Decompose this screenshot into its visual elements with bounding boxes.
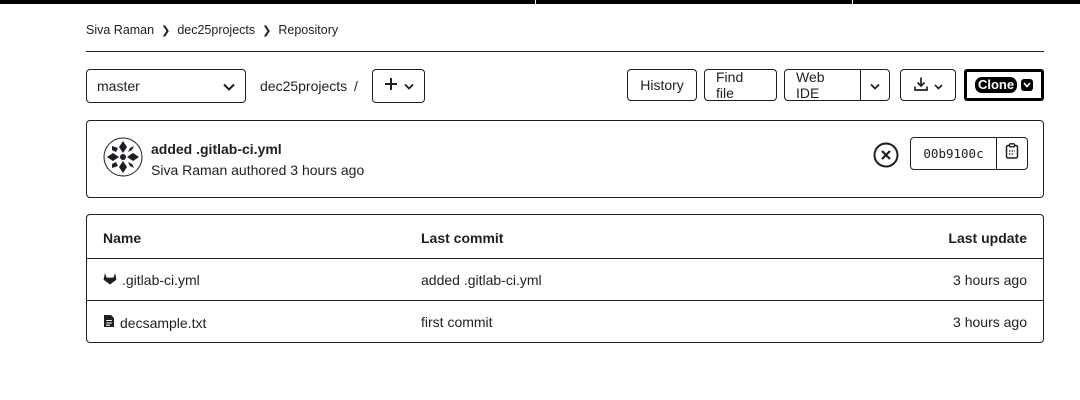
path-separator: / <box>354 78 358 94</box>
chevron-down-icon <box>403 77 414 95</box>
copy-sha-button[interactable] <box>997 138 1027 169</box>
history-button[interactable]: History <box>627 69 697 101</box>
chevron-right-icon: ❯ <box>161 24 171 37</box>
gitlab-icon <box>103 272 117 288</box>
branch-dropdown[interactable]: master <box>86 69 246 103</box>
download-icon <box>913 76 929 95</box>
find-file-button[interactable]: Find file <box>704 69 777 101</box>
table-header-row: Name Last commit Last update <box>87 215 1043 257</box>
chevron-down-icon <box>934 77 943 93</box>
last-update-cell: 3 hours ago <box>953 314 1027 330</box>
chevron-down-icon <box>870 77 880 93</box>
file-text-icon <box>103 314 115 331</box>
file-name-cell[interactable]: .gitlab-ci.yml <box>103 272 200 288</box>
commit-author-meta: Siva Raman authored 3 hours ago <box>151 162 365 178</box>
chevron-down-icon <box>1021 79 1034 91</box>
web-ide-dropdown-button[interactable] <box>860 69 890 101</box>
divider <box>86 51 1044 52</box>
breadcrumb-item-repository[interactable]: Repository <box>278 23 338 37</box>
top-bar-divider <box>535 0 536 4</box>
web-ide-button[interactable]: Web IDE <box>784 69 861 101</box>
breadcrumb-item-user[interactable]: Siva Raman <box>86 23 154 37</box>
path-root-link[interactable]: dec25projects <box>260 78 347 94</box>
branch-name: master <box>97 78 140 94</box>
plus-icon <box>384 77 398 96</box>
chevron-down-icon <box>223 78 235 94</box>
file-name[interactable]: .gitlab-ci.yml <box>122 272 200 288</box>
clone-label: Clone <box>974 77 1018 93</box>
commit-sha-group: 00b9100c <box>910 137 1028 170</box>
file-tree-table: Name Last commit Last update .gitlab-ci.… <box>86 214 1044 343</box>
last-commit-cell[interactable]: first commit <box>421 314 493 330</box>
copy-icon <box>1005 143 1019 164</box>
table-row[interactable]: .gitlab-ci.yml added .gitlab-ci.yml 3 ho… <box>87 258 1043 300</box>
column-header-name: Name <box>103 230 142 246</box>
table-row[interactable]: decsample.txt first commit 3 hours ago <box>87 300 1043 342</box>
chevron-right-icon: ❯ <box>262 24 272 37</box>
column-header-last-commit: Last commit <box>421 230 504 246</box>
file-name-cell[interactable]: decsample.txt <box>103 314 206 331</box>
last-commit-cell[interactable]: added .gitlab-ci.yml <box>421 272 542 288</box>
column-header-last-update: Last update <box>948 230 1027 246</box>
repository-toolbar: master dec25projects / History Find file… <box>86 68 1044 104</box>
last-update-cell: 3 hours ago <box>953 272 1027 288</box>
clone-button[interactable]: Clone <box>964 69 1044 101</box>
commit-sha[interactable]: 00b9100c <box>911 138 997 169</box>
breadcrumb-item-project[interactable]: dec25projects <box>177 23 255 37</box>
top-bar-divider <box>852 0 853 4</box>
commit-title-link[interactable]: added .gitlab-ci.yml <box>151 141 282 157</box>
download-button[interactable] <box>900 69 956 101</box>
pipeline-failed-icon[interactable] <box>873 142 899 168</box>
avatar[interactable] <box>103 137 143 177</box>
top-bar <box>0 0 1080 4</box>
file-name[interactable]: decsample.txt <box>120 315 206 331</box>
last-commit-panel: added .gitlab-ci.yml Siva Raman authored… <box>86 120 1044 198</box>
add-to-tree-button[interactable] <box>372 69 425 103</box>
breadcrumb: Siva Raman ❯ dec25projects ❯ Repository <box>86 22 338 38</box>
